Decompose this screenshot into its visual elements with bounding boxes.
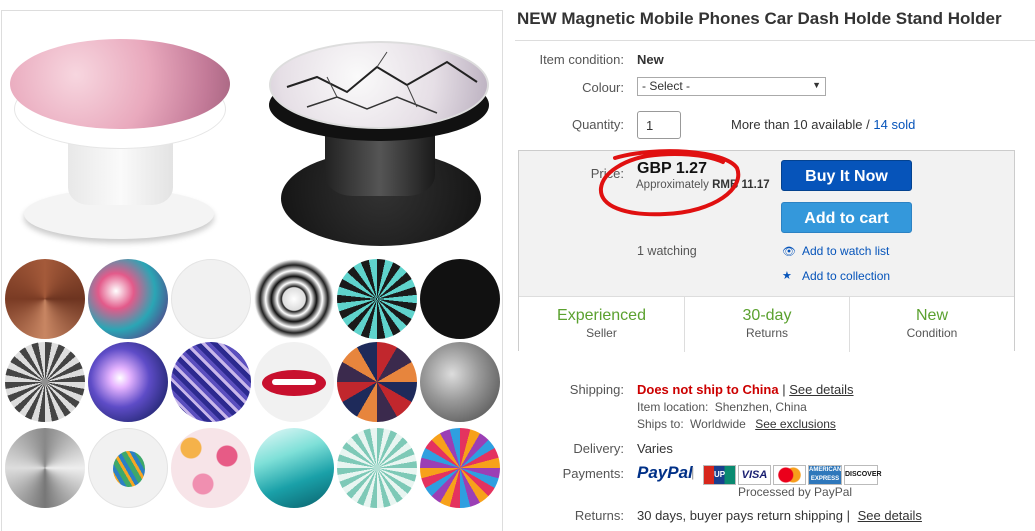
colour-select-value: - Select - — [642, 79, 691, 93]
condition-label: Item condition: — [539, 52, 624, 67]
pink-holder-picture — [10, 39, 230, 249]
badge-subtitle: Returns — [745, 326, 789, 340]
buy-it-now-button[interactable]: Buy It Now — [781, 160, 912, 191]
ships-to: Ships to: Worldwide See exclusions — [637, 417, 836, 431]
approx-price: Approximately RMB 11.17 — [636, 179, 770, 191]
badge-title: New — [915, 307, 948, 324]
chevron-down-icon: ▼ — [812, 80, 821, 90]
colourful-petals-design — [420, 428, 500, 508]
mastercard-icon — [773, 465, 806, 485]
colour-select[interactable]: - Select - ▼ — [637, 77, 826, 96]
badge-title: Experienced — [557, 307, 646, 324]
condition-value: New — [637, 52, 664, 67]
eye-icon: 👁 — [782, 246, 796, 258]
approx-prefix: Approximately — [636, 179, 709, 191]
grey-mandala-design — [5, 342, 85, 422]
bronze-swirl-design — [5, 259, 85, 339]
turtle-design — [88, 428, 168, 508]
add-to-cart-button[interactable]: Add to cart — [781, 202, 912, 233]
red-lips-design — [254, 342, 334, 422]
add-to-watch-list-link[interactable]: Add to watch list — [802, 244, 889, 258]
plain-black-design — [420, 259, 500, 339]
unionpay-card-icon: UP — [703, 465, 736, 485]
add-to-collection-link[interactable]: Add to collection — [802, 269, 890, 283]
teal-mandala-design — [337, 259, 417, 339]
ships-to-value: Worldwide — [690, 417, 746, 431]
returns-row: 30 days, buyer pays return shipping | Se… — [637, 508, 922, 523]
listing-page: NEW Magnetic Mobile Phones Car Dash Hold… — [0, 0, 1035, 531]
badge-subtitle: Condition — [906, 326, 958, 340]
availability-text: More than 10 available — [731, 117, 863, 132]
plain-white-design — [171, 259, 251, 339]
payments-separator: | — [691, 465, 695, 480]
badge-title: 30-day — [742, 307, 792, 324]
item-location: Item location: Shenzhen, China — [637, 400, 807, 414]
payments-label: Payments: — [562, 466, 624, 481]
returns-separator: | — [846, 508, 850, 523]
title-divider — [515, 40, 1035, 41]
amex-card-icon: AMERICAN EXPRESS — [808, 465, 842, 485]
ocean-wave-design — [254, 428, 334, 508]
item-location-label: Item location: — [637, 400, 709, 414]
returns-value: 30 days, buyer pays return shipping — [637, 508, 843, 523]
shipping-details-link[interactable]: See details — [789, 382, 853, 397]
ships-to-label: Ships to: — [637, 417, 684, 431]
price-value: GBP 1.27 — [637, 160, 707, 177]
shipping-separator: | — [782, 382, 786, 397]
marble-holder-picture — [267, 41, 492, 251]
quantity-input[interactable]: 1 — [637, 111, 681, 139]
floral-lace-design — [254, 259, 334, 339]
delivery-label: Delivery: — [573, 441, 624, 456]
colour-label: Colour: — [582, 80, 624, 95]
geometric-triangles-design — [337, 342, 417, 422]
availability-separator: / — [866, 117, 870, 132]
moon-design — [420, 342, 500, 422]
badge-subtitle: Seller — [586, 326, 617, 340]
see-exclusions-link[interactable]: See exclusions — [755, 417, 836, 431]
processed-by-paypal: Processed by PayPal — [738, 485, 853, 499]
returns-details-link[interactable]: See details — [858, 508, 922, 523]
shipping-label: Shipping: — [569, 382, 624, 397]
badge-returns: 30-day Returns — [684, 297, 849, 352]
quantity-label: Quantity: — [571, 117, 624, 132]
galaxy-design — [88, 342, 168, 422]
badge-experienced: Experienced Seller — [519, 297, 684, 352]
product-image[interactable] — [1, 10, 503, 531]
donut-pattern-design — [171, 428, 251, 508]
listing-title: NEW Magnetic Mobile Phones Car Dash Hold… — [517, 9, 1002, 28]
watching-count: 1 watching — [637, 244, 697, 258]
returns-label: Returns: — [574, 508, 624, 523]
shipping-status: Does not ship to China — [637, 382, 779, 397]
price-label: Price: — [590, 166, 624, 181]
silver-swirl-design — [5, 428, 85, 508]
delivery-value: Varies — [637, 441, 673, 456]
marble-veins — [286, 51, 478, 114]
star-icon: ★ — [782, 270, 792, 282]
paypal-logo: PayPal — [637, 463, 693, 483]
sold-count-link[interactable]: 14 sold — [873, 117, 915, 132]
paypal-wordmark: PayPal — [637, 463, 693, 482]
discover-card-icon: DISCOVER — [844, 465, 882, 485]
approx-value: RMB 11.17 — [712, 179, 770, 191]
mint-mandala-design — [337, 428, 417, 508]
seller-badges: Experienced Seller 30-day Returns New Co… — [519, 296, 1014, 352]
shipping-row: Does not ship to China | See details — [637, 382, 854, 397]
badge-condition: New Condition — [849, 297, 1014, 352]
item-location-value: Shenzhen, China — [714, 400, 807, 414]
nebula-design — [88, 259, 168, 339]
paisley-design — [171, 342, 251, 422]
visa-card-icon: VISA — [738, 465, 771, 485]
availability: More than 10 available / 14 sold — [731, 117, 915, 132]
